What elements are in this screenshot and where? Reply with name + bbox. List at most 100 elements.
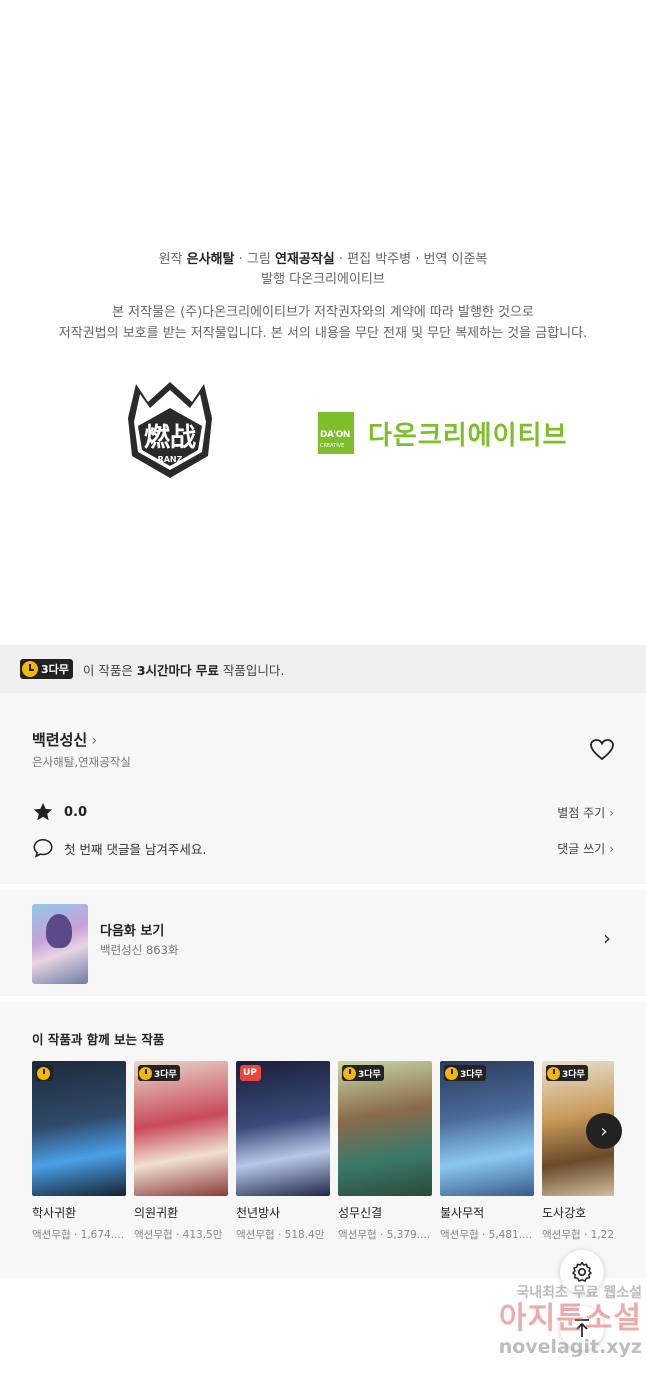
- clock-icon: [22, 661, 38, 677]
- ranz-logo-mark: 燃战 RANZ: [128, 382, 212, 478]
- work-title: 백련성신: [32, 731, 88, 749]
- settings-button[interactable]: [560, 1250, 604, 1294]
- comment-prompt: 첫 번째 댓글을 남겨주세요.: [64, 841, 207, 857]
- scroll-top-button[interactable]: [560, 1306, 604, 1350]
- recommend-card[interactable]: 3다무 도사강호 액션무협 · 1,228...: [542, 1061, 614, 1242]
- free-notice-prefix: 이 작품은: [82, 662, 137, 678]
- next-episode-subtitle: 백련성신 863화: [100, 943, 179, 957]
- recommend-name: 도사강호: [542, 1206, 587, 1220]
- ranz-logo-sub: RANZ: [158, 455, 183, 464]
- daon-creative-logo: DA'ON CREATIVE 다온크리에이티브: [318, 412, 567, 454]
- gear-icon: [572, 1261, 592, 1282]
- recommend-name: 성무신결: [338, 1206, 383, 1220]
- clock-icon: [547, 1066, 560, 1080]
- free-badge: 3다무: [546, 1065, 588, 1081]
- badge-label: 3다무: [562, 1069, 585, 1080]
- free-badge: 3다무: [20, 659, 73, 679]
- chevron-right-icon: ›: [600, 1120, 608, 1142]
- credits-line-1: 원작 은사해탈 · 그림 연재공작실 · 편집 박주병 · 번역 이준복: [0, 250, 646, 270]
- free-badge: 3다무: [444, 1065, 486, 1081]
- clock-badge: [36, 1065, 53, 1081]
- watermark-line-1: 국내최초 무료 웹소설: [516, 1285, 642, 1301]
- next-episode-thumbnail: [32, 904, 88, 984]
- next-episode-title: 다음화 보기: [100, 924, 165, 939]
- site-watermark: 국내최초 무료 웹소설 아지툰소설 novelagit.xyz: [446, 1282, 642, 1358]
- recommend-meta: 액션무협 · 1,674....: [32, 1229, 125, 1241]
- up-badge: UP: [240, 1065, 261, 1081]
- recommend-meta: 액션무협 · 5,379....: [338, 1229, 431, 1241]
- clock-icon: [139, 1066, 152, 1080]
- credits: 원작 은사해탈 · 그림 연재공작실 · 편집 박주병 · 번역 이준복 발행 …: [0, 250, 646, 290]
- badge-label: 3다무: [460, 1069, 483, 1080]
- next-episode-button[interactable]: 다음화 보기 백련성신 863화 ›: [0, 890, 646, 996]
- clock-icon: [445, 1066, 458, 1080]
- ranz-logo: 燃战 RANZ: [118, 378, 222, 482]
- recommend-meta: 액션무협 · 518.4만: [236, 1229, 325, 1241]
- write-comment-label: 댓글 쓰기: [557, 841, 606, 856]
- comment-row: 첫 번째 댓글을 남겨주세요. 댓글 쓰기 ›: [32, 835, 614, 861]
- recommend-cover: 3다무: [440, 1061, 534, 1196]
- recommend-cover: 3다무: [134, 1061, 228, 1196]
- recommend-cover: UP: [236, 1061, 330, 1196]
- free-badge-label: 3다무: [41, 663, 69, 676]
- free-badge: 3다무: [138, 1065, 180, 1081]
- arrow-up-icon: [575, 1319, 589, 1337]
- rating-row: 0.0 별점 주기 ›: [32, 799, 614, 825]
- rate-button[interactable]: 별점 주기 ›: [557, 804, 614, 821]
- recommend-name: 의원귀환: [134, 1206, 179, 1220]
- rating-value: 0.0: [64, 804, 88, 820]
- chevron-right-icon: ›: [609, 841, 614, 856]
- chevron-right-icon: ›: [91, 731, 98, 749]
- recommend-name: 학사귀환: [32, 1206, 77, 1220]
- free-notice-bar: 3다무 이 작품은 3시간마다 무료 작품입니다.: [0, 645, 646, 693]
- free-notice-emphasis: 3시간마다 무료: [136, 662, 219, 678]
- recommend-card[interactable]: UP 천년방사 액션무협 · 518.4만: [236, 1061, 330, 1242]
- speech-bubble-icon: [33, 838, 53, 858]
- credit-artist: 연재공작실: [274, 252, 335, 267]
- recommend-title: 이 작품과 함께 보는 작품: [32, 1032, 165, 1047]
- work-title-link[interactable]: 백련성신 ›: [32, 729, 97, 750]
- recommend-list: 학사귀환 액션무협 · 1,674.... 3다무 의원귀환 액션무협 · 41…: [32, 1061, 614, 1251]
- recommend-cover: [32, 1061, 126, 1196]
- ranz-logo-text: 燃战: [144, 423, 196, 453]
- recommend-card[interactable]: 3다무 불사무적 액션무협 · 5,481....: [440, 1061, 534, 1242]
- recommend-name: 불사무적: [440, 1206, 485, 1220]
- daon-logo-box-text: DA'ON: [320, 430, 350, 440]
- watermark-line-2: 아지툰소설: [499, 1301, 642, 1336]
- free-badge: 3다무: [342, 1065, 384, 1081]
- credits-publisher: 발행 다온크리에이티브: [261, 272, 385, 287]
- clock-icon: [37, 1066, 50, 1080]
- section-divider: [0, 996, 646, 1002]
- credit-author: 은사해탈: [186, 252, 235, 267]
- recommend-card[interactable]: 3다무 성무신결 액션무협 · 5,379....: [338, 1061, 432, 1242]
- credit-label-original: 원작: [158, 252, 187, 267]
- heart-icon[interactable]: [589, 738, 615, 762]
- copyright-line-1: 본 저작물은 (주)다온크리에이티브가 저작권자와의 계약에 따라 발행한 것으…: [112, 305, 534, 320]
- credit-editor-translator: · 편집 박주병 · 번역 이준복: [334, 252, 488, 267]
- daon-logo-box: DA'ON CREATIVE: [318, 412, 354, 454]
- chevron-right-icon: ›: [609, 805, 614, 820]
- star-icon: [33, 802, 53, 821]
- badge-label: 3다무: [154, 1069, 177, 1080]
- watermark-line-3: novelagit.xyz: [498, 1336, 642, 1358]
- chevron-right-icon: ›: [603, 926, 611, 950]
- clock-icon: [343, 1066, 356, 1080]
- daon-logo-name: 다온크리에이티브: [368, 420, 568, 451]
- copyright-line-2: 저작권법의 보호를 받는 저작물입니다. 본 서의 내용을 무단 전재 및 무단…: [58, 326, 588, 341]
- daon-logo-box-sub: CREATIVE: [320, 443, 345, 449]
- badge-label: UP: [243, 1068, 257, 1078]
- recommend-meta: 액션무협 · 5,481....: [440, 1229, 533, 1241]
- write-comment-button[interactable]: 댓글 쓰기 ›: [557, 840, 614, 857]
- work-info-panel: 백련성신 › 은사해탈,연재공작실 0.0 별점 주기 › 첫 번째 댓글을 남겨주…: [0, 693, 646, 1278]
- recommend-card[interactable]: 3다무 의원귀환 액션무협 · 413.5만: [134, 1061, 228, 1242]
- free-notice-text: 이 작품은 3시간마다 무료 작품입니다.: [83, 660, 284, 679]
- recommend-name: 천년방사: [236, 1206, 281, 1220]
- recommend-card[interactable]: 학사귀환 액션무협 · 1,674....: [32, 1061, 126, 1242]
- recommend-cover: 3다무: [338, 1061, 432, 1196]
- scroll-right-button[interactable]: ›: [586, 1113, 622, 1149]
- badge-label: 3다무: [358, 1069, 381, 1080]
- recommend-meta: 액션무협 · 413.5만: [134, 1229, 223, 1241]
- rate-button-label: 별점 주기: [557, 805, 606, 820]
- free-notice-suffix: 작품입니다.: [218, 662, 285, 678]
- copyright-notice: 본 저작물은 (주)다온크리에이티브가 저작권자와의 계약에 따라 발행한 것으…: [0, 302, 646, 344]
